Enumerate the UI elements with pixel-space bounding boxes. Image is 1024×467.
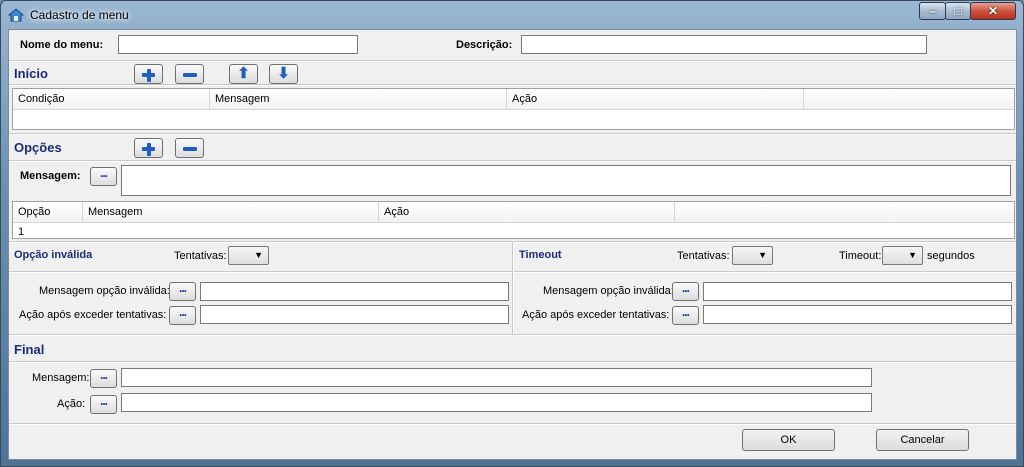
final-section-title: Final [14, 342, 45, 357]
ellipsis-icon: ... [99, 166, 108, 180]
maximize-button[interactable]: □ [945, 2, 971, 20]
minus-icon [183, 147, 197, 151]
window: Cadastro de menu – □ ✕ Nome do menu: Des… [0, 0, 1024, 467]
divider [514, 271, 1016, 273]
descricao-label: Descrição: [456, 39, 513, 51]
opcoes-col-empty [675, 202, 1014, 223]
opcao-invalida-acao-input[interactable] [200, 305, 509, 324]
inicio-col-condicao[interactable]: Condição [13, 89, 210, 110]
divider [9, 334, 1016, 336]
maximize-icon: □ [954, 4, 962, 18]
opcao-invalida-acao-browse-button[interactable]: ... [169, 306, 196, 325]
opcoes-col-acao[interactable]: Ação [379, 202, 675, 223]
arrow-down-icon: ⬇ [277, 65, 290, 82]
timeout-msg-input[interactable] [703, 282, 1012, 301]
inicio-col-mensagem[interactable]: Mensagem [210, 89, 507, 110]
descricao-input[interactable] [521, 35, 927, 54]
inicio-col-acao[interactable]: Ação [507, 89, 804, 110]
inicio-add-button[interactable] [134, 64, 163, 84]
opcao-invalida-tentativas-select[interactable]: ▼ [228, 246, 269, 265]
minus-icon [183, 73, 197, 77]
divider [9, 84, 1016, 86]
timeout-msg-label: Mensagem opção inválida: [543, 285, 674, 297]
opcoes-add-button[interactable] [134, 138, 163, 158]
ellipsis-icon: ... [178, 281, 187, 295]
inicio-grid[interactable]: Condição Mensagem Ação [12, 88, 1015, 130]
final-acao-input[interactable] [121, 393, 872, 412]
minimize-icon: – [929, 4, 936, 18]
timeout-acao-input[interactable] [703, 305, 1012, 324]
opcoes-mensagem-browse-button[interactable]: ... [90, 167, 117, 186]
ellipsis-icon: ... [681, 305, 690, 319]
timeout-tentativas-label: Tentativas: [677, 250, 730, 262]
opcoes-mensagem-input[interactable] [121, 165, 1011, 196]
title-bar[interactable]: Cadastro de menu – □ ✕ [1, 1, 1023, 28]
timeout-acao-label: Ação após exceder tentativas: [522, 309, 670, 321]
opcoes-row-opcao: 1 [18, 226, 25, 238]
inicio-remove-button[interactable] [175, 64, 204, 84]
window-title: Cadastro de menu [30, 8, 129, 22]
final-mensagem-label: Mensagem: [32, 372, 90, 384]
ellipsis-icon: ... [681, 281, 690, 295]
final-acao-label: Ação: [57, 398, 86, 410]
opcao-invalida-msg-browse-button[interactable]: ... [169, 282, 196, 301]
inicio-section-title: Início [14, 66, 48, 81]
final-mensagem-input[interactable] [121, 368, 872, 387]
opcao-invalida-msg-input[interactable] [200, 282, 509, 301]
divider [9, 423, 1016, 425]
nome-menu-label: Nome do menu: [20, 39, 104, 51]
nome-menu-input[interactable] [118, 35, 358, 54]
divider [9, 160, 1016, 162]
chevron-down-icon: ▼ [254, 250, 263, 260]
opcoes-remove-button[interactable] [175, 138, 204, 158]
segundos-label: segundos [927, 250, 975, 262]
timeout-select[interactable]: ▼ [882, 246, 923, 265]
divider [9, 133, 1016, 135]
cancel-button[interactable]: Cancelar [876, 429, 969, 451]
timeout-title: Timeout [519, 249, 562, 261]
minimize-button[interactable]: – [919, 2, 946, 20]
chevron-down-icon: ▼ [908, 250, 917, 260]
opcoes-section-title: Opções [14, 140, 62, 155]
inicio-move-down-button[interactable]: ⬇ [269, 64, 298, 84]
timeout-tentativas-select[interactable]: ▼ [732, 246, 773, 265]
ok-button[interactable]: OK [742, 429, 835, 451]
vertical-divider [512, 242, 514, 334]
opcoes-col-opcao[interactable]: Opção [13, 202, 83, 223]
ellipsis-icon: ... [99, 368, 108, 382]
opcao-invalida-acao-label: Ação após exceder tentativas: [19, 309, 167, 321]
table-row[interactable]: 1 [18, 226, 24, 238]
ellipsis-icon: ... [178, 305, 187, 319]
form-client-area: Nome do menu: Descrição: Início ⬆ ⬇ Cond… [8, 29, 1017, 460]
opcoes-grid[interactable]: Opção Mensagem Ação 1 [12, 201, 1015, 239]
close-button[interactable]: ✕ [970, 2, 1016, 20]
final-mensagem-browse-button[interactable]: ... [90, 369, 117, 388]
close-icon: ✕ [987, 4, 999, 18]
timeout-acao-browse-button[interactable]: ... [672, 306, 699, 325]
opcoes-mensagem-label: Mensagem: [20, 170, 81, 182]
opcao-invalida-msg-label: Mensagem opção inválida: [39, 285, 170, 297]
chevron-down-icon: ▼ [758, 250, 767, 260]
arrow-up-icon: ⬆ [237, 65, 250, 82]
divider [9, 361, 1016, 363]
inicio-move-up-button[interactable]: ⬆ [229, 64, 258, 84]
app-icon [7, 7, 25, 23]
final-acao-browse-button[interactable]: ... [90, 395, 117, 414]
ellipsis-icon: ... [99, 394, 108, 408]
divider [9, 271, 512, 273]
timeout-msg-browse-button[interactable]: ... [672, 282, 699, 301]
opcao-invalida-tentativas-label: Tentativas: [174, 250, 227, 262]
opcao-invalida-title: Opção inválida [14, 249, 93, 261]
timeout-label: Timeout: [839, 250, 882, 262]
divider [9, 60, 1016, 62]
inicio-col-empty [804, 89, 1014, 110]
opcoes-col-mensagem[interactable]: Mensagem [83, 202, 379, 223]
